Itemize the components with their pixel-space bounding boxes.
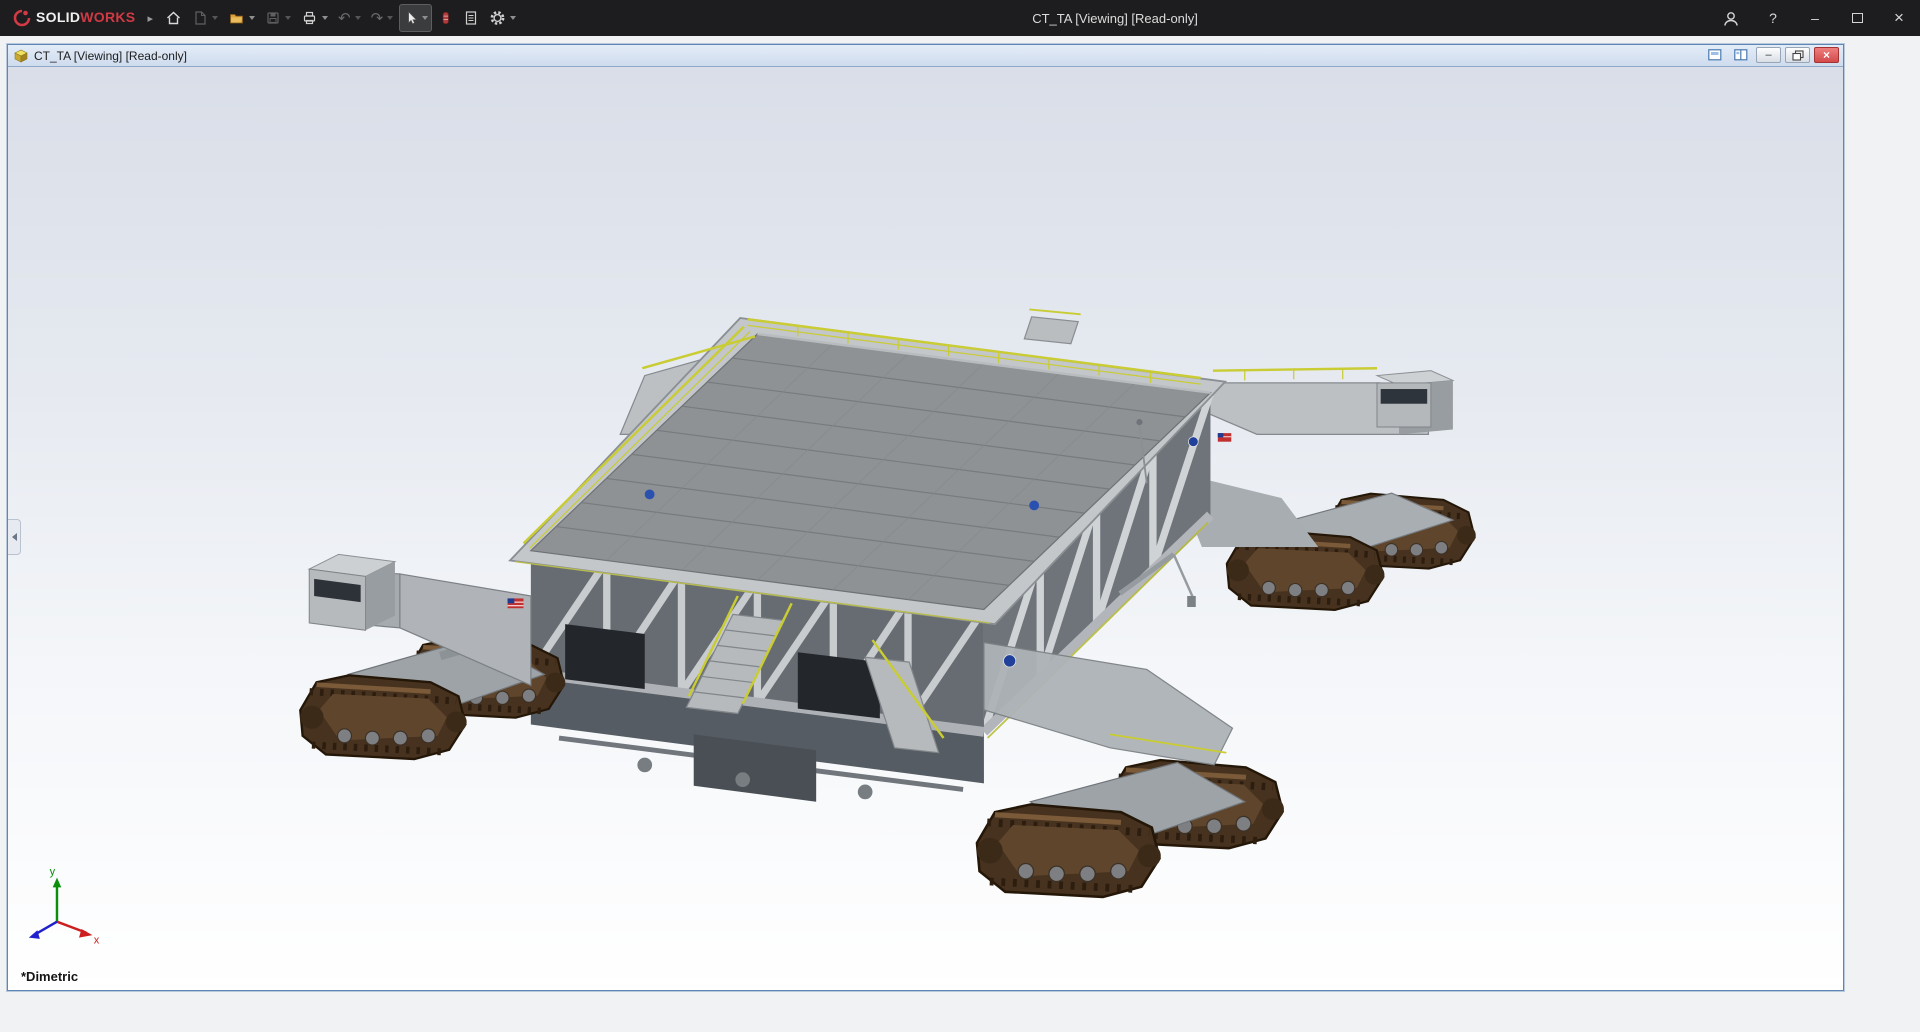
left-cab (307, 553, 397, 631)
restore-window-icon (1791, 49, 1804, 61)
tile-windows-button[interactable] (1730, 47, 1752, 63)
print-button[interactable] (297, 4, 332, 32)
dropdown-chevron[interactable] (211, 16, 218, 20)
app-title: CT_TA [Viewing] [Read-only] (1032, 10, 1198, 26)
redo-arrow-icon: ↷ (370, 9, 384, 27)
document-lines-icon (466, 11, 477, 25)
select-button[interactable] (399, 4, 433, 32)
close-button[interactable]: × (1878, 0, 1920, 36)
file-properties-button[interactable] (459, 4, 483, 32)
document-close-button[interactable]: × (1814, 47, 1839, 63)
us-flag-right (1217, 433, 1232, 442)
close-icon: × (1822, 48, 1830, 62)
document-window-controls: – × (1704, 47, 1839, 63)
dropdown-chevron[interactable] (321, 16, 328, 20)
dropdown-chevron[interactable] (284, 16, 291, 20)
assembly-document-icon (14, 49, 28, 62)
dropdown-chevron[interactable] (422, 16, 429, 20)
close-icon: × (1894, 8, 1904, 27)
dropdown-chevron[interactable] (510, 16, 517, 20)
cascade-windows-icon (1708, 49, 1722, 61)
nasa-logo (1188, 436, 1199, 447)
document-minimize-button[interactable]: – (1756, 47, 1781, 63)
printer-icon (303, 11, 316, 25)
open-folder-icon (230, 14, 243, 24)
floppy-disk-icon (267, 12, 279, 24)
document-window: CT_TA [Viewing] [Read-only] – × x y *Dim… (7, 44, 1844, 991)
redo-button[interactable]: ↷ (367, 4, 398, 32)
minimize-icon: – (1765, 49, 1772, 61)
help-icon: ? (1769, 10, 1777, 26)
account-button[interactable] (1710, 0, 1752, 36)
dropdown-chevron[interactable] (387, 16, 394, 20)
maximize-button[interactable] (1836, 0, 1878, 36)
document-title: CT_TA [Viewing] [Read-only] (34, 48, 187, 63)
nasa-logo (1003, 654, 1017, 668)
view-orientation-label: *Dimetric (21, 969, 79, 984)
orientation-triad: x y (28, 866, 100, 947)
menu-expand-arrow[interactable]: ▸ (145, 12, 161, 25)
panel-collapse-tab[interactable] (8, 519, 21, 555)
quick-access-toolbar: ↶ ↷ (161, 4, 520, 32)
graphics-viewport[interactable]: x y *Dimetric (8, 67, 1843, 990)
titlebar-right-controls: ? – × (1710, 0, 1920, 36)
blue-fixture (1029, 500, 1040, 511)
home-button[interactable] (161, 4, 186, 32)
new-page-icon (195, 11, 206, 25)
solidworks-logo: SOLIDWORKS (0, 9, 145, 27)
blue-fixture (644, 489, 655, 500)
crawler-transporter-model: x y (28, 308, 1843, 947)
gear-icon (490, 11, 505, 25)
document-restore-button[interactable] (1785, 47, 1810, 63)
brand-text-solid: SOLID (36, 9, 81, 25)
minimize-icon: – (1811, 10, 1819, 26)
app-titlebar: SOLIDWORKS ▸ ↶ ↷ CT_TA [Viewing] [Read-o… (0, 0, 1920, 36)
tile-windows-icon (1734, 49, 1748, 61)
cursor-arrow-icon (408, 11, 417, 25)
dropdown-chevron[interactable] (354, 16, 361, 20)
minimize-button[interactable]: – (1794, 0, 1836, 36)
undo-button[interactable]: ↶ (334, 4, 365, 32)
save-button[interactable] (261, 4, 295, 32)
maximize-icon (1851, 13, 1863, 23)
new-document-button[interactable] (188, 4, 222, 32)
document-titlebar[interactable]: CT_TA [Viewing] [Read-only] – × (8, 45, 1843, 67)
right-cab (1375, 370, 1455, 435)
triad-y-label: y (50, 866, 56, 878)
undo-arrow-icon: ↶ (337, 9, 351, 27)
collapse-arrow-icon (11, 533, 17, 541)
red-tool-button[interactable] (434, 4, 457, 32)
3ds-logo-icon (13, 9, 31, 27)
us-flag-left (507, 598, 524, 609)
help-button[interactable]: ? (1752, 0, 1794, 36)
open-button[interactable] (224, 4, 259, 32)
solidworks-app-window: SOLIDWORKS ▸ ↶ ↷ CT_TA [Viewing] [Read-o… (0, 0, 1920, 1032)
brand-text-works: WORKS (80, 9, 136, 25)
triad-x-label: x (94, 935, 100, 947)
mdi-client-area: CT_TA [Viewing] [Read-only] – × x y *Dim… (0, 36, 1920, 1032)
dropdown-chevron[interactable] (248, 16, 255, 20)
house-icon (166, 11, 180, 25)
user-account-icon (1724, 11, 1738, 26)
red-badge-icon (442, 12, 449, 24)
truck-bottom-right (977, 760, 1284, 897)
options-button[interactable] (485, 4, 520, 32)
cascade-windows-button[interactable] (1704, 47, 1726, 63)
